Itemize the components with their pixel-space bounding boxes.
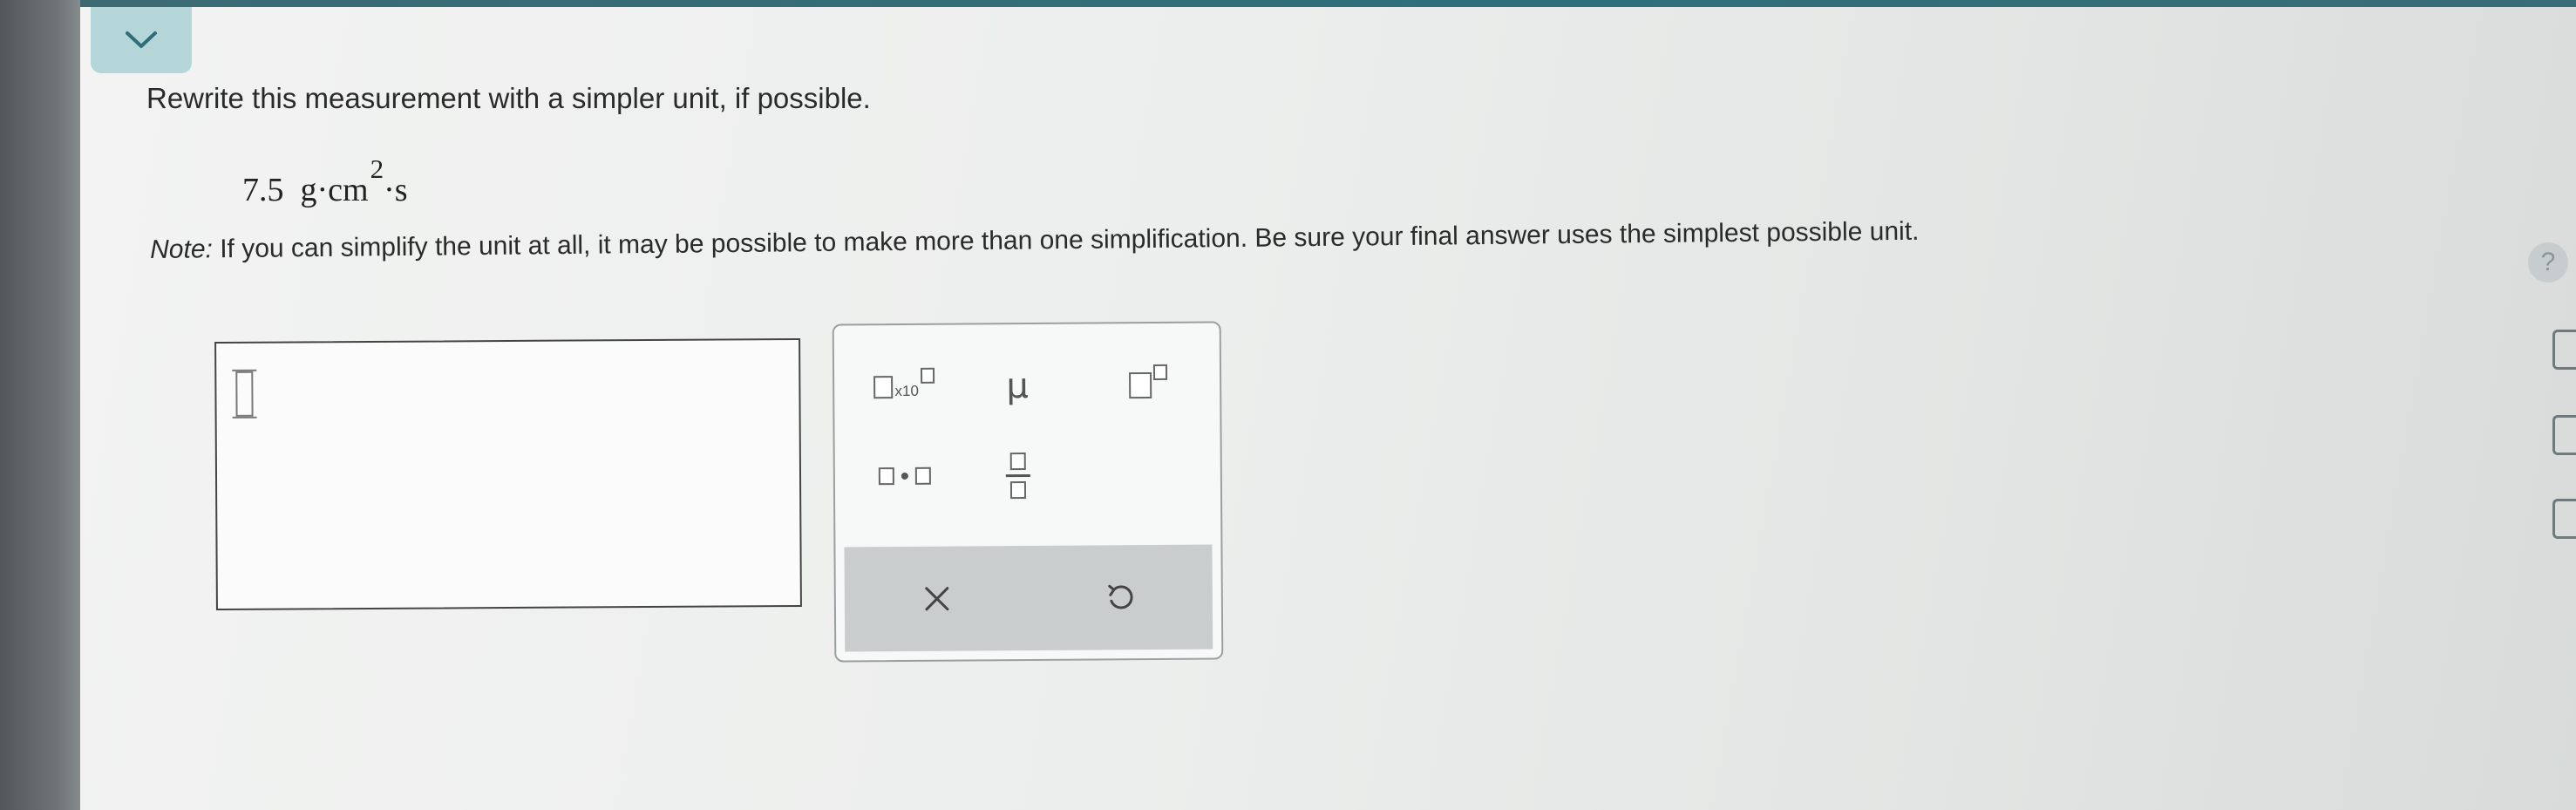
undo-icon (1107, 584, 1133, 609)
chevron-down-icon (126, 31, 157, 48)
help-button[interactable]: ? (2528, 242, 2568, 282)
scientific-notation-button[interactable]: x10 (852, 357, 956, 419)
note-label: Note: (150, 235, 214, 264)
right-side-tools: ? (2528, 0, 2576, 810)
undo-button[interactable] (1028, 545, 1213, 650)
toolbar-action-bar (844, 544, 1213, 652)
math-toolbar: x10 μ (832, 321, 1224, 663)
mu-symbol: μ (1006, 365, 1030, 407)
measurement-exponent: 2 (370, 153, 384, 184)
dot-icon (901, 472, 908, 480)
measurement-value: 7.5 (242, 172, 284, 208)
chart-icon[interactable] (2552, 415, 2576, 455)
exponent-box-icon (1152, 364, 1168, 380)
multiply-dot-button[interactable] (853, 446, 957, 507)
question-prompt: Rewrite this measurement with a simpler … (146, 82, 871, 114)
base-box-icon (873, 376, 894, 399)
denominator-box-icon (1009, 480, 1027, 499)
base-box-icon (1129, 372, 1152, 399)
answer-input[interactable] (214, 337, 802, 611)
note-body: If you can simplify the unit at all, it … (220, 216, 1920, 264)
clear-button[interactable] (844, 546, 1029, 651)
note-text: Note: If you can simplify the unit at al… (150, 217, 1920, 265)
help-icon: ? (2540, 248, 2556, 276)
fraction-bar-icon (1005, 473, 1030, 477)
times-ten-label: x10 (894, 382, 919, 400)
numerator-box-icon (1009, 452, 1026, 470)
measurement-unit-tail: ·s (384, 172, 408, 208)
left-box-icon (878, 467, 894, 486)
close-icon (924, 587, 948, 611)
calculator-icon[interactable] (2552, 330, 2576, 370)
measurement-expression: 7.5 g·cm2·s (242, 153, 408, 209)
right-box-icon (914, 466, 931, 485)
question-page: Rewrite this measurement with a simpler … (80, 7, 2576, 810)
textbook-icon[interactable] (2552, 499, 2576, 539)
fraction-button[interactable] (975, 436, 1063, 515)
exponent-box-icon (920, 367, 935, 384)
micro-prefix-button[interactable]: μ (974, 356, 1061, 418)
left-screen-edge (0, 0, 80, 810)
measurement-unit-main: g·cm (300, 172, 369, 208)
input-cursor-slot (235, 371, 254, 417)
collapse-toggle-button[interactable] (91, 7, 192, 73)
superscript-button[interactable] (1096, 355, 1200, 417)
